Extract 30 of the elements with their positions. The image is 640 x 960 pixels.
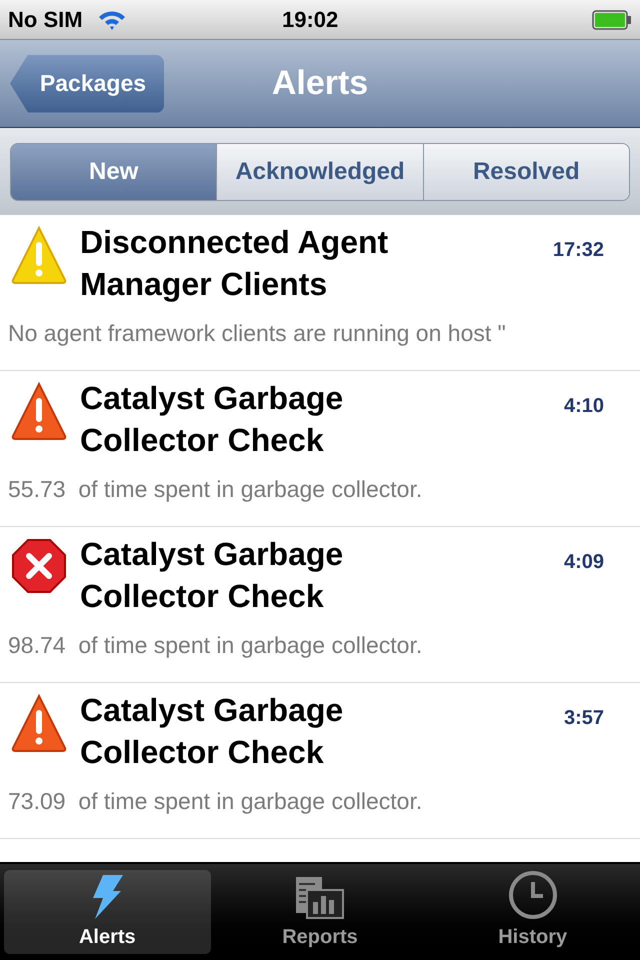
wifi-icon — [96, 8, 127, 30]
report-chart-icon — [295, 876, 345, 920]
alert-time: 4:10 — [564, 394, 604, 419]
carrier-text: No SIM — [8, 6, 83, 34]
clock-text: 19:02 — [282, 6, 338, 34]
alert-time: 17:32 — [552, 238, 604, 263]
alert-message: 55.73 of time spent in garbage collector. — [7, 474, 424, 504]
alert-title: Disconnected Agent Manager Clients — [80, 223, 390, 304]
warning-icon — [10, 381, 68, 443]
alert-title: Catalyst Garbage Collector Check — [80, 535, 344, 616]
segment-tab[interactable]: Acknowledged — [216, 144, 423, 200]
error-icon — [10, 537, 68, 595]
tab-bar-item[interactable]: History — [429, 870, 636, 954]
alert-time: 4:09 — [564, 550, 604, 575]
alert-message: 73.09 of time spent in garbage collector. — [7, 786, 424, 816]
alert-time: 3:57 — [564, 706, 604, 731]
segment-tab[interactable]: New — [11, 144, 216, 200]
segment-tab[interactable]: Resolved — [422, 144, 629, 200]
alert-message: No agent framework clients are running on host " — [7, 318, 507, 348]
alert-title: Catalyst Garbage Collector Check — [80, 379, 344, 460]
battery-icon — [592, 10, 632, 30]
alert-message: 98.74 of time spent in garbage collector. — [7, 630, 424, 660]
alert-title: Catalyst Garbage Collector Check — [80, 691, 344, 772]
nav-title: Alerts — [270, 63, 370, 104]
warning-icon — [10, 693, 68, 755]
clock-icon — [508, 870, 558, 920]
warning-icon — [10, 225, 68, 287]
tab-bar-item[interactable]: Reports — [216, 870, 424, 954]
back-button[interactable]: Packages — [10, 54, 164, 112]
tab-bar-item[interactable]: Alerts — [4, 870, 211, 954]
